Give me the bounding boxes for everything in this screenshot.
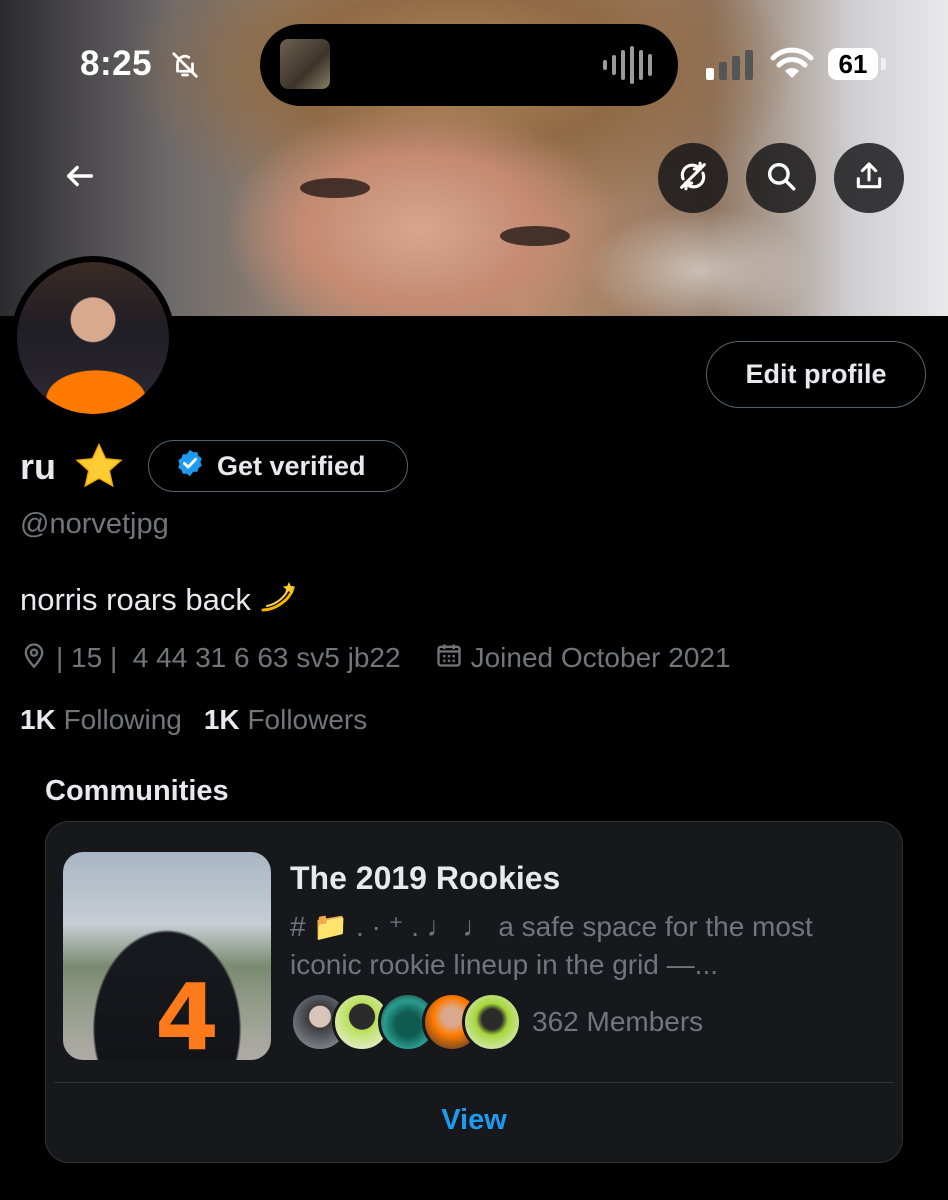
- battery-tip: [881, 58, 886, 70]
- back-button[interactable]: [45, 143, 115, 213]
- search-button[interactable]: [746, 143, 816, 213]
- followers-count: 1K: [203, 704, 240, 735]
- banner-detail: [500, 226, 570, 246]
- community-image: 4: [63, 852, 271, 1060]
- wifi-icon: [770, 46, 814, 85]
- sync-button[interactable]: [658, 143, 728, 213]
- status-bar: 8:25 61: [0, 0, 948, 130]
- bell-muted-icon: [170, 50, 200, 85]
- calendar-icon: [435, 641, 463, 676]
- audio-wave-icon: [603, 46, 652, 84]
- display-name: ru: [20, 446, 56, 487]
- search-icon: [764, 159, 798, 198]
- share-icon: [853, 160, 885, 197]
- edit-profile-button[interactable]: Edit profile: [706, 341, 926, 408]
- location-item: | 15 | 4 44 31 6 63 sv5 jb22: [20, 641, 401, 676]
- profile-meta: | 15 | 4 44 31 6 63 sv5 jb22 Joined Octo…: [20, 640, 731, 676]
- dynamic-island[interactable]: [260, 24, 678, 106]
- follow-stats: 1K Following 1K Followers: [20, 704, 367, 736]
- dizzy-emoji: [259, 582, 299, 617]
- location-text: | 15 | 4 44 31 6 63 sv5 jb22: [56, 642, 401, 673]
- view-community-button[interactable]: View: [46, 1104, 902, 1137]
- share-button[interactable]: [834, 143, 904, 213]
- community-name[interactable]: The 2019 Rookies: [290, 860, 560, 897]
- battery-icon: 61: [828, 48, 878, 80]
- joined-text: Joined October 2021: [470, 642, 731, 673]
- followers-label: Followers: [247, 704, 368, 735]
- following-label: Following: [63, 704, 182, 735]
- community-card[interactable]: 4 The 2019 Rookies # 📁 . · ⁺ . ♩ ♩ a saf…: [45, 821, 903, 1163]
- followers-link[interactable]: 1K Followers: [204, 704, 367, 736]
- banner-detail: [300, 178, 370, 198]
- star-emoji: [72, 440, 126, 499]
- bio: norris roars back: [20, 580, 299, 618]
- member-avatars: [290, 992, 522, 1056]
- community-description: # 📁 . · ⁺ . ♩ ♩ a safe space for the mos…: [290, 911, 813, 980]
- card-divider: [54, 1082, 894, 1083]
- following-link[interactable]: 1K Following: [20, 704, 182, 736]
- sync-off-icon: [676, 159, 710, 198]
- communities-heading: Communities: [45, 775, 229, 807]
- member-count: 362 Members: [532, 1006, 704, 1037]
- signal-icon: [706, 50, 758, 85]
- verified-badge-icon: [175, 448, 205, 485]
- user-handle: @norvetjpg: [20, 508, 169, 540]
- member-avatar: [462, 992, 522, 1052]
- joined-item: Joined October 2021: [435, 641, 731, 676]
- location-icon: [20, 641, 48, 676]
- get-verified-button[interactable]: Get verified: [148, 440, 408, 492]
- back-arrow-icon: [63, 159, 97, 198]
- get-verified-label: Get verified: [217, 450, 366, 481]
- avatar[interactable]: [17, 262, 169, 414]
- status-time: 8:25: [80, 44, 153, 83]
- image-number: 4: [155, 964, 220, 1060]
- bio-text: norris roars back: [20, 582, 251, 617]
- album-art: [280, 39, 330, 89]
- following-count: 1K: [20, 704, 56, 735]
